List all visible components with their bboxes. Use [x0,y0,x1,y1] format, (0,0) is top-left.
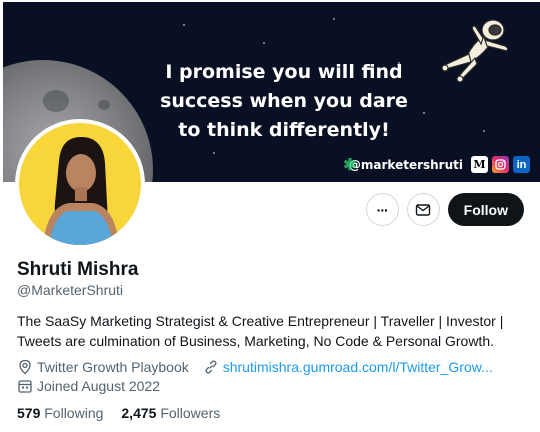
banner-quote-line: to think differently! [178,119,390,141]
banner-star [213,152,215,154]
banner-star [423,112,425,114]
more-icon: ··· [376,201,389,218]
profile-joined-date: Joined August 2022 [37,378,160,394]
banner-social-row: @marketershruti M in ✱ [343,155,530,174]
follow-button[interactable]: Follow [447,193,524,226]
following-label: Following [44,405,104,421]
bio-line: Tweets are culmination of Business, Mark… [17,333,494,349]
linkedin-icon: in [513,156,530,173]
profile-joined-row: Joined August 2022 [17,378,160,394]
link-icon [205,360,217,374]
profile-bio: The SaaSy Marketing Strategist & Creativ… [17,311,522,351]
avatar[interactable] [15,119,145,249]
following-link[interactable]: 579 Following [17,405,103,421]
banner-star [333,18,335,20]
medium-icon: M [471,156,488,173]
profile-meta-row: Twitter Growth Playbook shrutimishra.gum… [17,359,493,375]
banner-star [183,24,185,26]
bio-line: The SaaSy Marketing Strategist & Creativ… [17,313,504,329]
profile-actions: ··· Follow [365,193,524,226]
astronaut-illustration [441,19,509,83]
banner-quote-line: I promise you will find [165,61,403,83]
profile-location: Twitter Growth Playbook [37,359,189,375]
followers-count: 2,475 [121,405,157,421]
profile-username: @MarketerShruti [17,282,124,298]
instagram-icon [492,156,509,173]
following-count: 579 [17,405,41,421]
profile-name: Shruti Mishra [17,259,139,280]
banner-handle: @marketershruti [348,157,463,172]
linktree-icon: ✱ [343,155,357,174]
location-icon [19,359,31,375]
follow-counts: 579 Following 2,475 Followers [17,405,220,421]
avatar-photo [19,123,141,245]
message-button[interactable] [406,193,440,226]
profile-website-link[interactable]: shrutimishra.gumroad.com/l/Twitter_Grow.… [223,359,493,375]
banner-star [483,130,485,132]
followers-link[interactable]: 2,475 Followers [121,405,220,421]
envelope-icon [415,203,431,216]
banner-quote: I promise you will find success when you… [153,58,415,145]
followers-label: Followers [160,405,221,421]
banner-star [263,42,265,44]
calendar-icon [18,380,32,393]
more-options-button[interactable]: ··· [365,193,399,226]
banner-quote-line: success when you dare [160,90,408,112]
